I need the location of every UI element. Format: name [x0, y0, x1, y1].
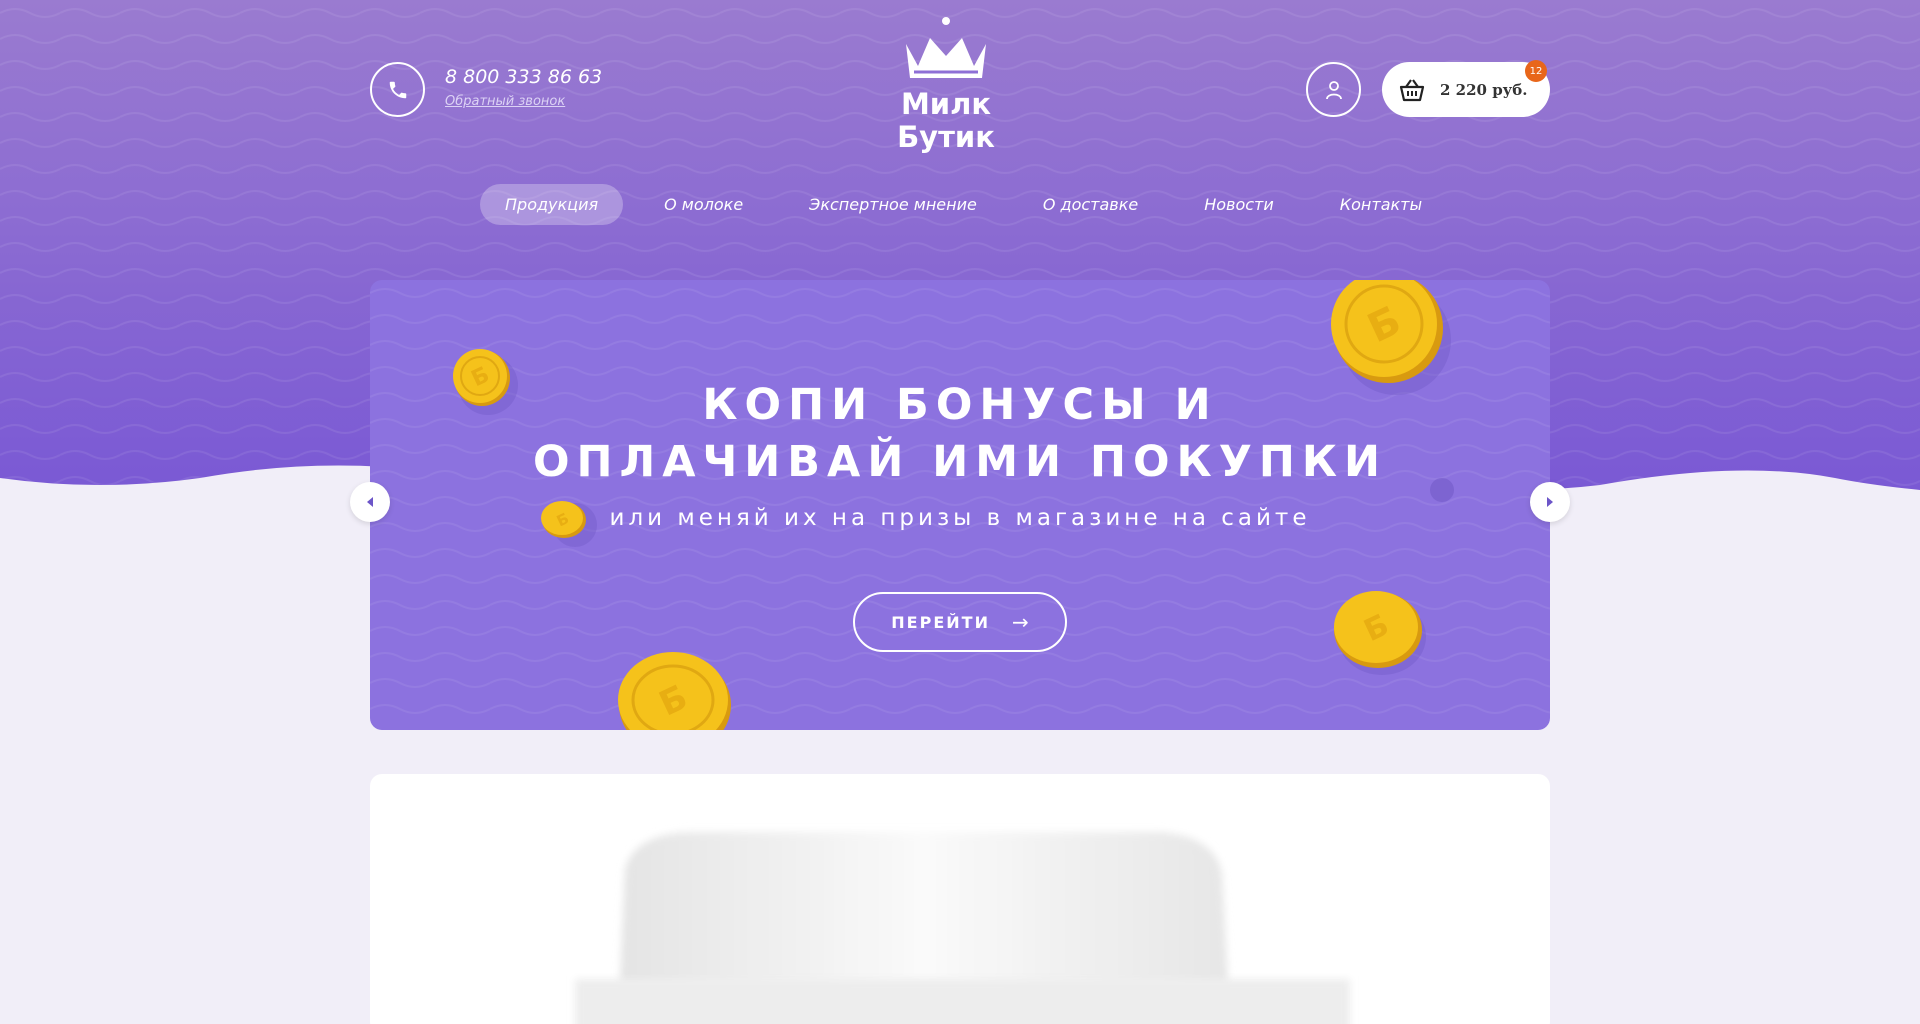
- arrow-right-icon: →: [1011, 610, 1029, 634]
- site-logo[interactable]: Милк Бутик: [896, 16, 1024, 156]
- main-nav: Продукция О молоке Экспертное мнение О д…: [480, 184, 1463, 225]
- product-image: [575, 832, 1350, 1024]
- chevron-left-icon: [367, 497, 373, 507]
- promo-banner: Б Б Б Б Б КОПИ БОНУСЫ И ОПЛАЧИВАЙ ИМИ ПО…: [370, 280, 1550, 730]
- nav-item-contacts[interactable]: Контакты: [1315, 184, 1447, 225]
- phone-number[interactable]: 8 800 333 86 63: [445, 66, 602, 88]
- slider-prev-button[interactable]: [350, 482, 390, 522]
- banner-go-button[interactable]: ПЕРЕЙТИ →: [853, 592, 1067, 652]
- slider-next-button[interactable]: [1530, 482, 1570, 522]
- banner-title-line2: ОПЛАЧИВАЙ ИМИ ПОКУПКИ: [533, 437, 1387, 487]
- nav-item-products[interactable]: Продукция: [480, 184, 624, 225]
- product-card[interactable]: [370, 774, 1550, 1024]
- cart-total: 2 220 руб.: [1440, 80, 1528, 99]
- phone-icon: [389, 81, 406, 98]
- svg-text:Милк: Милк: [901, 87, 991, 121]
- user-icon: [1325, 80, 1342, 99]
- nav-item-news[interactable]: Новости: [1179, 184, 1299, 225]
- banner-subtitle: или меняй их на призы в магазине на сайт…: [609, 505, 1311, 531]
- callback-link[interactable]: Обратный звонок: [445, 94, 565, 109]
- crown-icon: [906, 17, 986, 78]
- nav-item-expert-opinion[interactable]: Экспертное мнение: [784, 184, 1002, 225]
- go-button-label: ПЕРЕЙТИ: [891, 612, 990, 632]
- cart-button[interactable]: 2 220 руб. 12: [1382, 60, 1550, 117]
- account-button[interactable]: [1306, 62, 1361, 117]
- svg-text:Бутик: Бутик: [897, 120, 995, 154]
- basket-icon: [1399, 78, 1425, 101]
- nav-item-about-milk[interactable]: О молоке: [639, 184, 768, 225]
- chevron-right-icon: [1547, 497, 1553, 507]
- phone-button[interactable]: [370, 62, 425, 117]
- cart-count-badge: 12: [1525, 60, 1547, 82]
- site-header: 8 800 333 86 63 Обратный звонок Милк Бут…: [0, 0, 1920, 250]
- nav-item-delivery[interactable]: О доставке: [1018, 184, 1163, 225]
- banner-title-line1: КОПИ БОНУСЫ И: [702, 380, 1218, 430]
